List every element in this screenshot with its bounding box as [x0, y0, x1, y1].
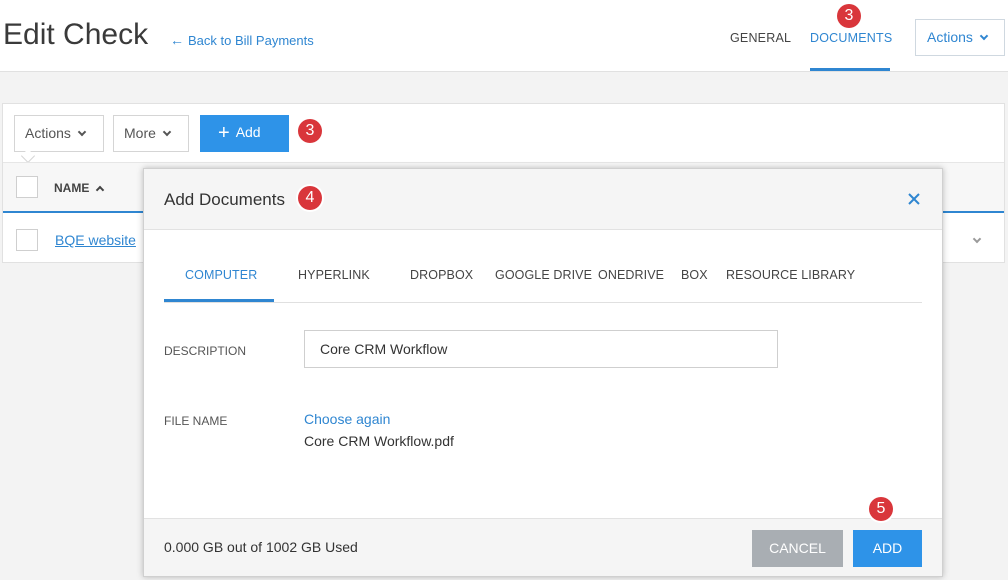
close-icon[interactable] [906, 191, 922, 207]
dialog-header: Add Documents [144, 169, 942, 230]
source-tab-dropbox[interactable]: DROPBOX [410, 268, 473, 282]
description-label: DESCRIPTION [164, 344, 247, 358]
add-button[interactable]: ADD [853, 530, 922, 567]
select-all-checkbox[interactable] [16, 176, 38, 198]
step-badge-dialog: 4 [298, 186, 322, 210]
row-checkbox[interactable] [16, 229, 38, 251]
description-input[interactable] [304, 330, 778, 368]
dialog-title: Add Documents [164, 190, 285, 209]
actions-label: Actions [25, 125, 71, 141]
more-label: More [124, 125, 156, 141]
choose-again-link[interactable]: Choose again [304, 411, 390, 427]
cancel-button[interactable]: CANCEL [752, 530, 843, 567]
selected-file-name: Core CRM Workflow.pdf [304, 433, 454, 449]
source-tab-resource-library[interactable]: RESOURCE LIBRARY [726, 268, 855, 282]
step-badge-add-button: 5 [869, 497, 893, 521]
storage-usage: 0.000 GB out of 1002 GB Used [164, 539, 358, 555]
row-expand-chevron[interactable] [966, 232, 982, 250]
active-tab-indicator [810, 68, 890, 71]
chevron-down-icon [77, 127, 87, 137]
column-header-name[interactable]: NAME [54, 181, 105, 195]
source-tab-box[interactable]: BOX [681, 268, 708, 282]
source-tab-hyperlink[interactable]: HYPERLINK [298, 268, 370, 282]
add-label: Add [235, 124, 261, 140]
plus-icon: + [218, 122, 230, 144]
chevron-down-icon [979, 31, 989, 41]
tab-general[interactable]: GENERAL [730, 31, 791, 45]
actions-dropdown-button[interactable]: Actions [14, 115, 104, 152]
arrow-left-icon: ← [170, 32, 184, 48]
dialog-footer: 0.000 GB out of 1002 GB Used CANCEL ADD [144, 518, 942, 576]
add-documents-dialog: Add Documents COMPUTER HYPERLINK DROPBOX… [143, 168, 943, 577]
page-title: Edit Check [3, 18, 149, 51]
more-dropdown-button[interactable]: More [113, 115, 189, 152]
add-document-button[interactable]: + Add [200, 115, 289, 152]
step-badge-add: 3 [298, 119, 322, 143]
source-tab-google-drive[interactable]: GOOGLE DRIVE [495, 268, 592, 282]
document-link[interactable]: BQE website [55, 232, 136, 248]
tabs-divider [164, 302, 922, 303]
header-actions-label: Actions [927, 29, 973, 45]
source-tab-computer[interactable]: COMPUTER [185, 268, 257, 282]
back-to-bill-payments-link[interactable]: ← Back to Bill Payments [170, 32, 314, 48]
chevron-down-icon [162, 127, 172, 137]
chevron-down-icon [972, 234, 982, 244]
file-name-label: FILE NAME [164, 414, 228, 428]
header-actions-dropdown[interactable]: Actions [915, 19, 1005, 56]
tab-documents[interactable]: DOCUMENTS [810, 31, 892, 45]
source-tab-onedrive[interactable]: ONEDRIVE [598, 268, 664, 282]
step-badge-documents: 3 [837, 4, 861, 28]
column-name-label: NAME [54, 181, 90, 195]
sort-ascending-icon [96, 185, 105, 195]
back-link-label: Back to Bill Payments [188, 33, 314, 48]
